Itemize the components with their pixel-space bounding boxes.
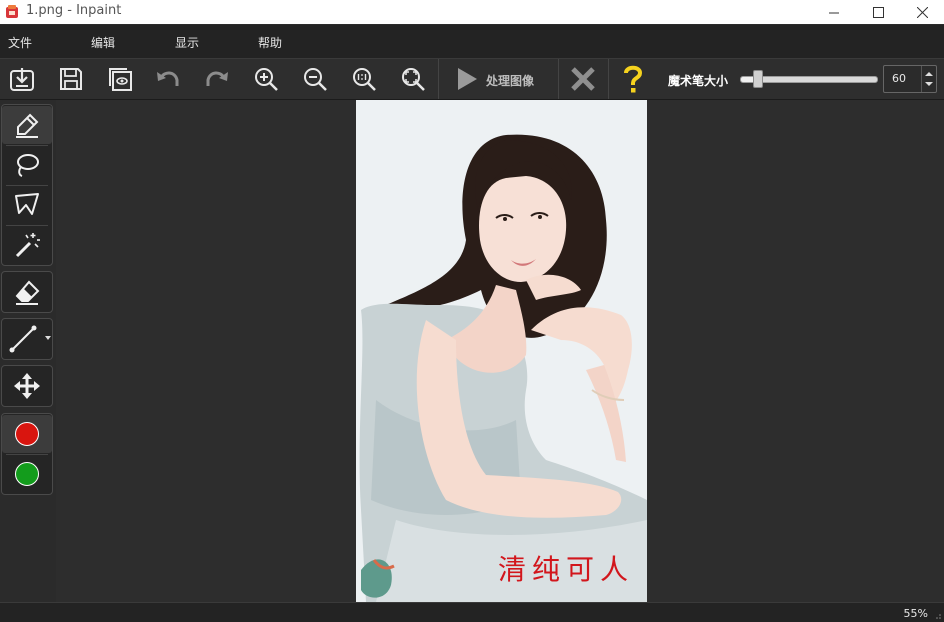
selection-tools-group	[1, 104, 53, 266]
save-button[interactable]	[55, 63, 87, 95]
lasso-tool[interactable]	[2, 146, 52, 184]
eraser-tool[interactable]	[2, 273, 52, 311]
zoom-in-icon	[255, 68, 278, 91]
spin-down-icon[interactable]	[925, 82, 933, 86]
marker-tool[interactable]	[2, 106, 52, 144]
marker-icon	[16, 113, 39, 138]
minimize-button[interactable]	[812, 0, 856, 24]
maximize-button[interactable]	[856, 0, 900, 24]
eraser-icon	[15, 280, 40, 305]
process-button[interactable]	[450, 63, 482, 95]
zoom-level: 55%	[903, 607, 928, 620]
open-button[interactable]	[6, 63, 38, 95]
image-canvas[interactable]: 清纯可人	[56, 100, 944, 602]
cancel-button[interactable]	[567, 63, 599, 95]
zoom-out-icon	[304, 68, 327, 91]
polygon-lasso-tool[interactable]	[2, 186, 52, 224]
resize-grip-icon[interactable]	[934, 612, 942, 620]
help-icon	[624, 65, 643, 93]
tool-panel	[0, 100, 56, 602]
move-tool-group	[1, 365, 53, 407]
menu-bar: 文件 编辑 显示 帮助	[0, 25, 944, 59]
magic-wand-icon	[15, 233, 40, 258]
zoom-out-button[interactable]	[299, 63, 331, 95]
toolbar-separator	[438, 59, 439, 99]
open-icon	[10, 68, 34, 91]
green-color-swatch	[15, 462, 39, 486]
window-title: 1.png - Inpaint	[26, 3, 122, 18]
status-bar: 55%	[0, 602, 944, 622]
save-icon	[60, 68, 82, 90]
color-group	[1, 413, 53, 495]
play-icon	[458, 68, 477, 90]
redo-icon	[206, 71, 228, 86]
app-icon	[6, 5, 18, 18]
brush-size-value: 60	[892, 72, 906, 85]
photo[interactable]: 清纯可人	[356, 100, 647, 602]
zoom-fit-icon	[402, 68, 425, 91]
process-label[interactable]: 处理图像	[486, 72, 534, 89]
close-icon	[916, 6, 928, 18]
brush-size-label: 魔术笔大小	[668, 74, 729, 88]
polygon-lasso-icon	[15, 193, 39, 215]
maximize-icon	[872, 6, 884, 18]
line-tool-group	[1, 318, 53, 360]
menu-view[interactable]: 显示	[175, 34, 199, 51]
spin-up-icon[interactable]	[925, 72, 933, 76]
dropdown-arrow-icon[interactable]	[45, 336, 51, 341]
portrait-image	[356, 100, 647, 602]
redo-button[interactable]	[201, 63, 233, 95]
menu-file[interactable]: 文件	[8, 34, 32, 51]
toolbar-separator	[608, 59, 609, 99]
zoom-actual-icon	[353, 68, 376, 91]
zoom-fit-button[interactable]	[397, 63, 429, 95]
red-color-swatch	[15, 422, 39, 446]
save-as-button[interactable]	[104, 63, 136, 95]
cancel-x-icon	[571, 67, 595, 91]
red-mask-color[interactable]	[2, 415, 52, 453]
help-button[interactable]	[617, 63, 649, 95]
lasso-icon	[17, 154, 39, 177]
undo-button[interactable]	[152, 63, 184, 95]
watermark-text: 清纯可人	[498, 553, 635, 586]
line-icon	[9, 325, 37, 353]
line-tool[interactable]	[2, 320, 44, 358]
zoom-in-button[interactable]	[250, 63, 282, 95]
eraser-tool-group	[1, 271, 53, 313]
toolbar-separator	[558, 59, 559, 99]
undo-icon	[157, 71, 179, 86]
close-button[interactable]	[900, 0, 944, 24]
menu-edit[interactable]: 编辑	[91, 34, 115, 51]
minimize-icon	[828, 12, 839, 13]
move-icon	[14, 373, 40, 399]
title-bar: 1.png - Inpaint	[0, 0, 944, 24]
move-tool[interactable]	[2, 367, 52, 405]
green-mask-color[interactable]	[2, 455, 52, 493]
menu-help[interactable]: 帮助	[258, 34, 282, 51]
brush-size-spinbox[interactable]: 60	[883, 65, 937, 93]
zoom-actual-button[interactable]	[348, 63, 380, 95]
brush-size-slider-thumb[interactable]	[753, 70, 763, 88]
save-as-icon	[109, 68, 132, 91]
spinbox-arrows	[921, 66, 936, 92]
magic-wand-tool[interactable]	[2, 226, 52, 264]
